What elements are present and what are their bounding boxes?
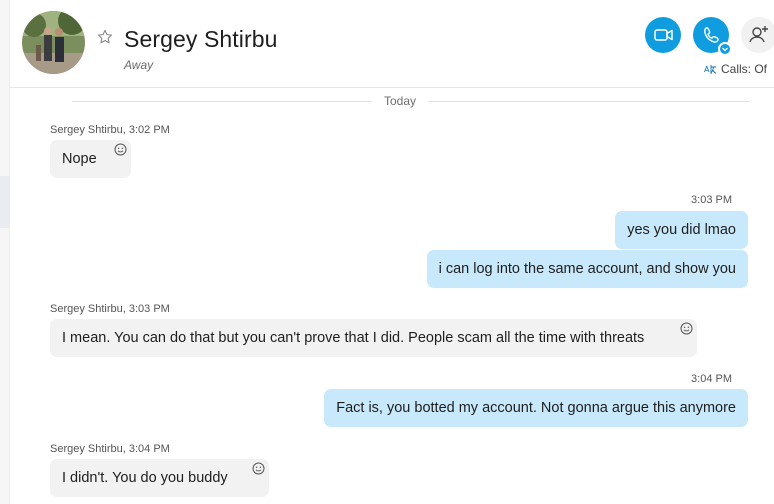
conversation-header: Sergey Shtirbu Away A Calls: Of <box>10 0 774 88</box>
message-bubble-incoming[interactable]: I mean. You can do that but you can't pr… <box>50 319 697 357</box>
add-person-icon <box>749 26 768 43</box>
message-text: yes you did lmao <box>627 222 736 238</box>
message-text: Fact is, you botted my account. Not gonn… <box>336 400 736 416</box>
star-outline-icon[interactable] <box>96 28 114 46</box>
message-sender-line: Sergey Shtirbu, 3:02 PM <box>50 124 170 136</box>
video-camera-icon <box>654 29 673 41</box>
selected-conversation-marker <box>0 176 10 228</box>
message-bubble-incoming[interactable]: I didn't. You do you buddy <box>50 459 269 497</box>
message-time: 3:03 PM <box>691 194 732 206</box>
message-text: I didn't. You do you buddy <box>62 470 228 486</box>
smiley-icon[interactable] <box>680 322 693 335</box>
add-people-button[interactable] <box>741 17 774 53</box>
calls-status[interactable]: A Calls: Of <box>704 62 767 76</box>
contact-name: Sergey Shtirbu <box>124 26 278 52</box>
message-bubble-outgoing[interactable]: yes you did lmao <box>615 211 748 249</box>
message-bubble-outgoing[interactable]: Fact is, you botted my account. Not gonn… <box>324 389 748 427</box>
message-text: Nope <box>62 151 97 167</box>
message-text: I mean. You can do that but you can't pr… <box>62 330 645 346</box>
divider <box>428 101 750 102</box>
divider <box>72 101 372 102</box>
video-call-button[interactable] <box>645 17 681 53</box>
message-list[interactable]: Today Sergey Shtirbu, 3:02 PM Nope 3:03 … <box>10 89 774 504</box>
message-sender-line: Sergey Shtirbu, 3:04 PM <box>50 443 170 455</box>
day-separator-label: Today <box>383 94 417 108</box>
message-time: 3:04 PM <box>691 373 732 385</box>
message-text: i can log into the same account, and sho… <box>438 261 736 277</box>
message-sender-line: Sergey Shtirbu, 3:03 PM <box>50 303 170 315</box>
svg-text:A: A <box>704 65 710 74</box>
left-panel-edge <box>0 0 10 504</box>
message-bubble-outgoing[interactable]: i can log into the same account, and sho… <box>426 250 748 288</box>
translate-icon: A <box>704 65 717 74</box>
day-separator: Today <box>10 91 774 111</box>
avatar[interactable] <box>22 11 85 74</box>
smiley-icon[interactable] <box>114 143 127 156</box>
presence-status: Away <box>124 58 154 72</box>
smiley-icon[interactable] <box>252 462 265 475</box>
audio-call-button[interactable] <box>693 17 732 56</box>
chevron-down-icon[interactable] <box>718 42 732 56</box>
calls-status-label: Calls: Of <box>721 62 768 76</box>
